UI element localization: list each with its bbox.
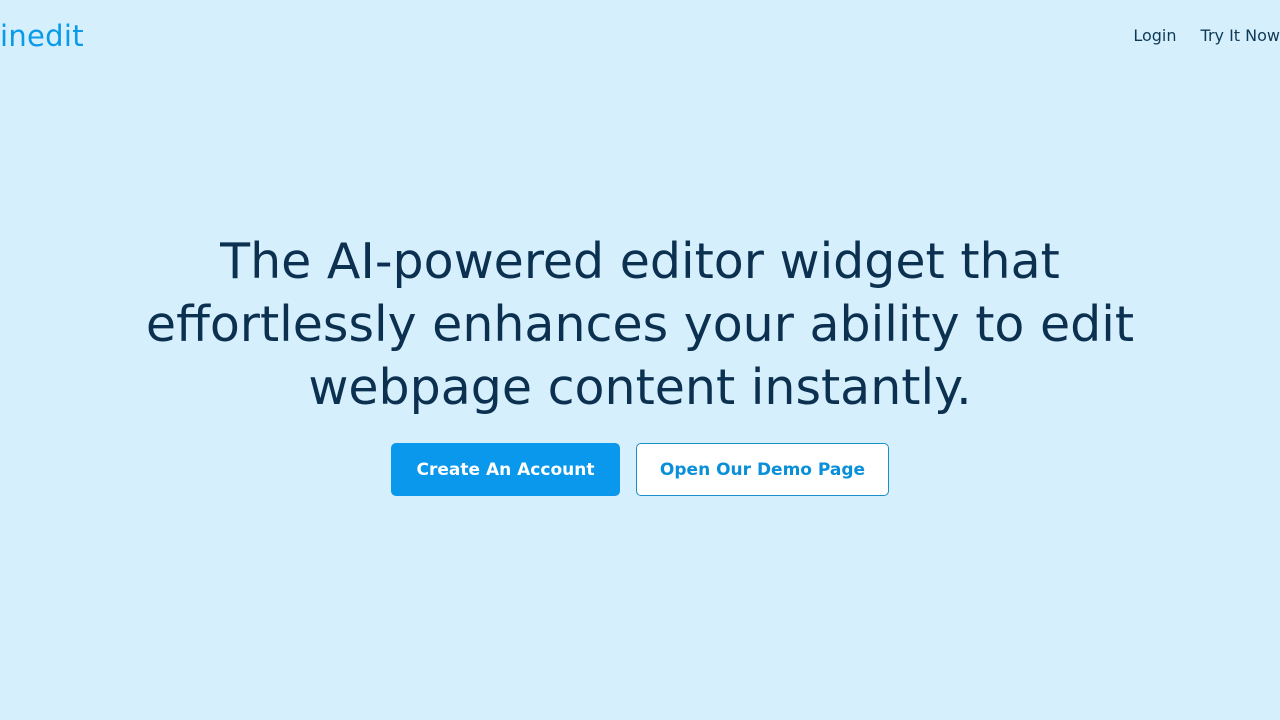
hero-actions: Create An Account Open Our Demo Page — [0, 443, 1280, 496]
top-nav: Login Try It Now — [1133, 24, 1280, 48]
site-header: inedit Login Try It Now — [0, 0, 1280, 72]
hero-headline: The AI-powered editor widget that effort… — [145, 233, 1135, 416]
open-demo-page-button[interactable]: Open Our Demo Page — [636, 443, 889, 496]
nav-try-it-now-link[interactable]: Try It Now — [1201, 24, 1280, 48]
nav-login-link[interactable]: Login — [1133, 24, 1176, 48]
logo[interactable]: inedit — [0, 16, 84, 56]
create-account-button[interactable]: Create An Account — [391, 443, 620, 496]
hero-section: The AI-powered editor widget that effort… — [0, 230, 1280, 419]
